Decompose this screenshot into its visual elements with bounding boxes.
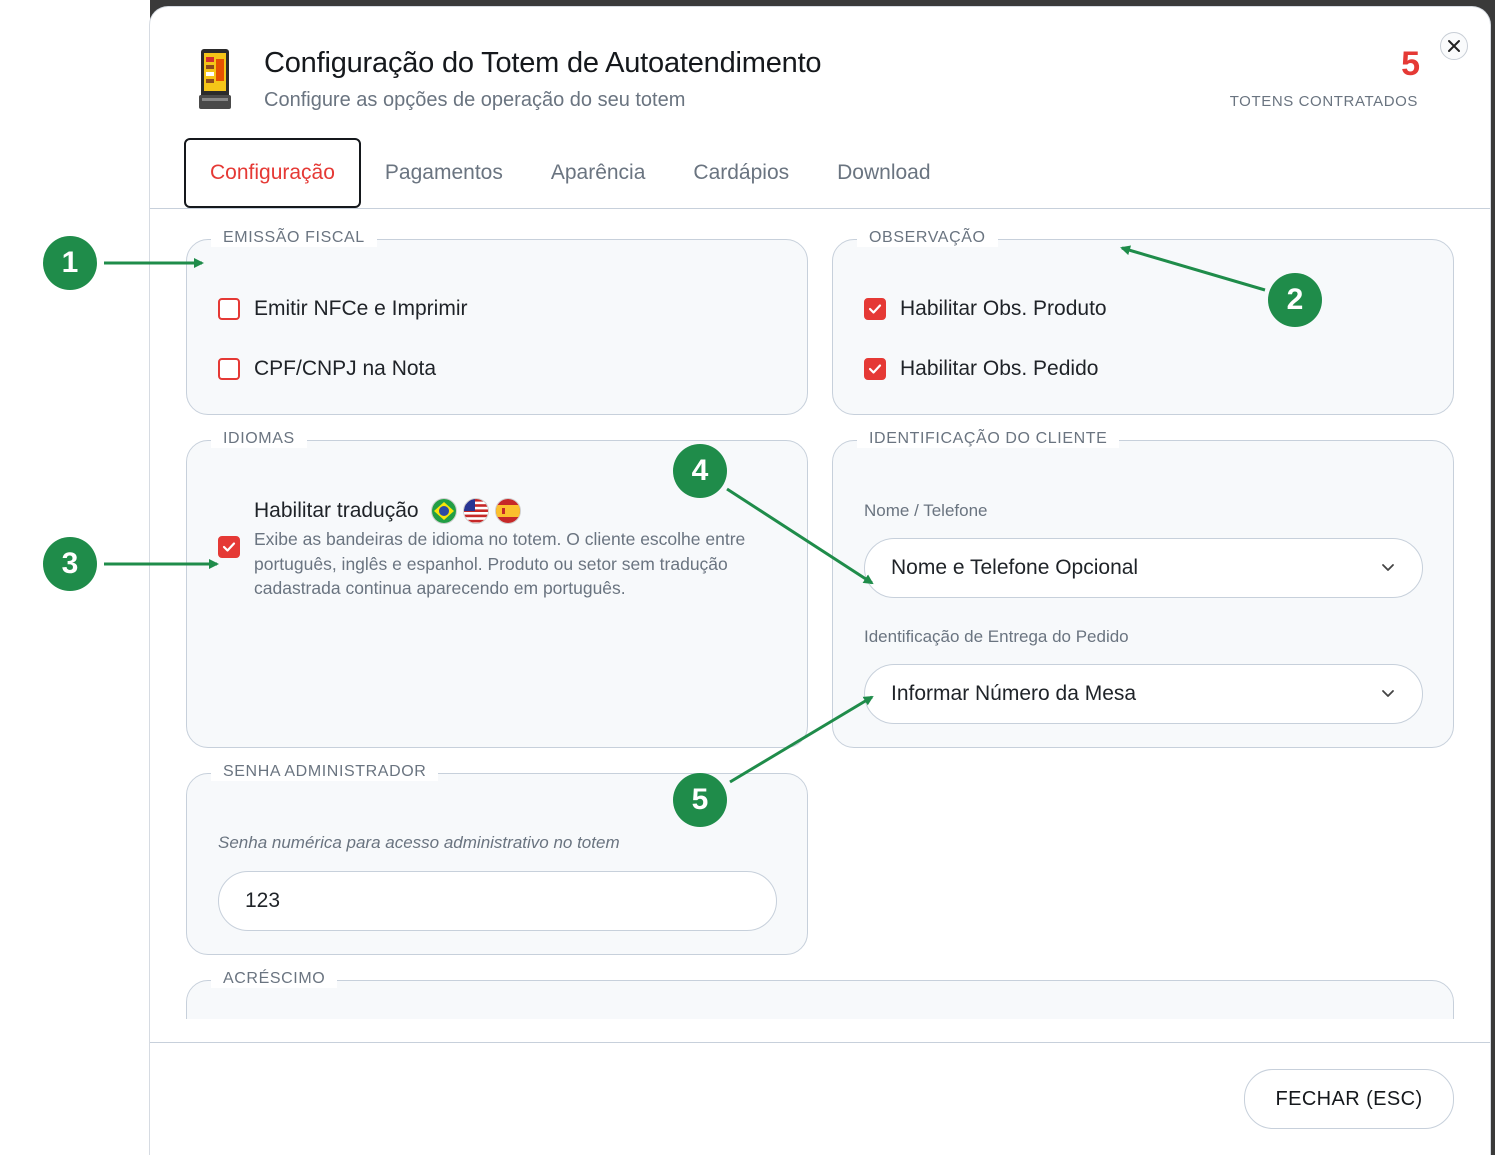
nome-telefone-label: Nome / Telefone: [864, 501, 988, 520]
obs-pedido-label: Habilitar Obs. Pedido: [900, 357, 1099, 380]
footer-divider: [150, 1042, 1490, 1043]
nome-telefone-value: Nome e Telefone Opcional: [891, 556, 1139, 579]
obs-produto-checkbox[interactable]: [864, 298, 886, 320]
tabs-divider: [150, 208, 1490, 209]
tab-cardapios[interactable]: Cardápios: [669, 138, 813, 208]
tab-download[interactable]: Download: [813, 138, 954, 208]
annotation-badge-3: 3: [43, 537, 97, 591]
nome-telefone-select[interactable]: Nome e Telefone Opcional: [864, 538, 1423, 598]
totem-config-modal: Configuração do Totem de Autoatendimento…: [150, 7, 1490, 1155]
observacao-legend: OBSERVAÇÃO: [857, 229, 998, 247]
fechar-button[interactable]: FECHAR (ESC): [1244, 1069, 1454, 1129]
check-icon: [868, 304, 882, 314]
brazil-flag-icon: [430, 498, 457, 524]
chevron-down-icon: [1382, 690, 1394, 697]
senha-admin-input[interactable]: 123: [218, 871, 777, 931]
obs-pedido-checkbox[interactable]: [864, 358, 886, 380]
close-button[interactable]: [1440, 32, 1468, 60]
emitir-nfce-label: Emitir NFCe e Imprimir: [254, 297, 468, 320]
totem-kiosk-icon: [199, 49, 231, 109]
tab-bar: Configuração Pagamentos Aparência Cardáp…: [184, 138, 955, 208]
chevron-down-icon: [1382, 564, 1394, 571]
annotation-badge-4: 4: [673, 444, 727, 498]
entrega-select[interactable]: Informar Número da Mesa: [864, 664, 1423, 724]
traducao-description: Exibe as bandeiras de idioma no totem. O…: [254, 529, 746, 598]
acrescimo-clip: ACRÉSCIMO: [150, 967, 1490, 1019]
senha-admin-label: Senha numérica para acesso administrativ…: [218, 833, 620, 852]
usa-flag-icon: [462, 498, 489, 524]
habilitar-traducao-checkbox[interactable]: [218, 536, 240, 558]
cpf-cnpj-label: CPF/CNPJ na Nota: [254, 357, 437, 380]
annotation-badge-1: 1: [43, 236, 97, 290]
obs-produto-option[interactable]: Habilitar Obs. Produto: [864, 297, 1107, 321]
emitir-nfce-option[interactable]: Emitir NFCe e Imprimir: [218, 297, 468, 321]
obs-produto-label: Habilitar Obs. Produto: [900, 297, 1107, 320]
identificacao-cliente-legend: IDENTIFICAÇÃO DO CLIENTE: [857, 430, 1120, 448]
annotation-badge-2: 2: [1268, 273, 1322, 327]
entrega-value: Informar Número da Mesa: [891, 682, 1137, 705]
observacao-section: OBSERVAÇÃO Habilitar Obs. Produto Habili…: [832, 229, 1454, 415]
acrescimo-section: ACRÉSCIMO: [186, 970, 1454, 1019]
cpf-cnpj-option[interactable]: CPF/CNPJ na Nota: [218, 357, 436, 381]
close-icon: [1448, 40, 1460, 52]
tab-configuracao[interactable]: Configuração: [184, 138, 361, 208]
idiomas-legend: IDIOMAS: [211, 430, 307, 448]
spain-flag-icon: [494, 498, 521, 524]
entrega-label: Identificação de Entrega do Pedido: [864, 627, 1129, 646]
annotation-badge-5: 5: [673, 773, 727, 827]
acrescimo-legend: ACRÉSCIMO: [211, 970, 338, 988]
senha-admin-value: 123: [245, 889, 281, 912]
emitir-nfce-checkbox[interactable]: [218, 298, 240, 320]
habilitar-traducao-label: Habilitar tradução: [254, 499, 419, 522]
cpf-cnpj-checkbox[interactable]: [218, 358, 240, 380]
obs-pedido-option[interactable]: Habilitar Obs. Pedido: [864, 357, 1098, 381]
emissao-fiscal-section: EMISSÃO FISCAL Emitir NFCe e Imprimir CP…: [186, 229, 808, 415]
check-icon: [222, 542, 236, 552]
totem-count-label: TOTENS CONTRATADOS: [1229, 93, 1418, 110]
tab-pagamentos[interactable]: Pagamentos: [361, 138, 527, 208]
check-icon: [868, 364, 882, 374]
page-subtitle: Configure as opções de operação do seu t…: [264, 89, 686, 111]
identificacao-cliente-section: IDENTIFICAÇÃO DO CLIENTE Nome / Telefone…: [832, 430, 1454, 748]
emissao-fiscal-legend: EMISSÃO FISCAL: [211, 229, 377, 247]
habilitar-traducao-option[interactable]: Habilitar tradução: [254, 498, 521, 524]
senha-admin-legend: SENHA ADMINISTRADOR: [211, 763, 439, 781]
totem-count: 5: [1401, 45, 1420, 83]
page-title: Configuração do Totem de Autoatendimento: [264, 47, 822, 79]
tab-aparencia[interactable]: Aparência: [527, 138, 670, 208]
